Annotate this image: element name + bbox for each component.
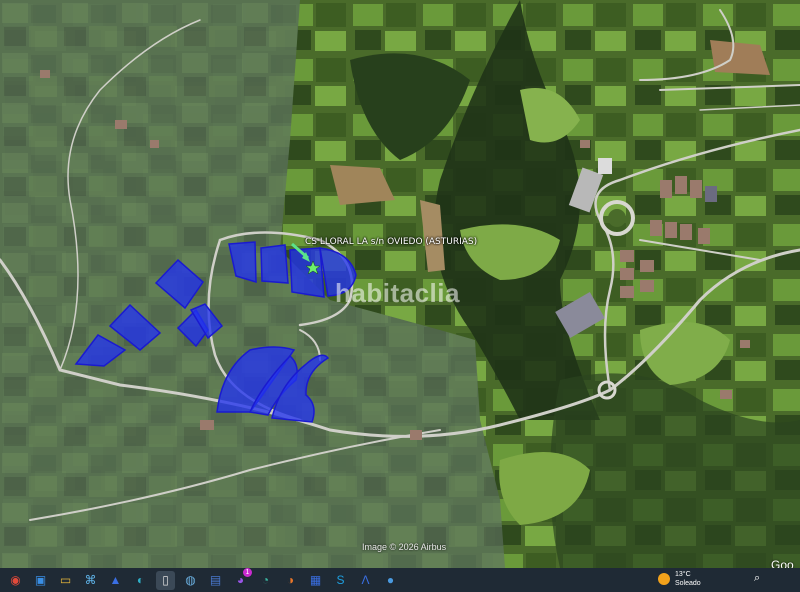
sun-icon bbox=[658, 573, 670, 585]
placemark-label[interactable]: CS LLORAL LA s/n OVIEDO (ASTURIAS) bbox=[305, 237, 477, 247]
satellite-map[interactable]: CS LLORAL LA s/n OVIEDO (ASTURIAS) habit… bbox=[0, 0, 800, 568]
store-icon[interactable]: ▦ bbox=[306, 571, 325, 590]
weather-temperature: 13°C bbox=[675, 571, 691, 578]
earth-icon[interactable]: ● bbox=[381, 571, 400, 590]
photos-icon[interactable]: ▲ bbox=[106, 571, 125, 590]
firefox-icon[interactable]: ◑ bbox=[281, 571, 300, 590]
chrome-icon[interactable]: ◉ bbox=[6, 571, 25, 590]
document-icon[interactable]: ▯ bbox=[156, 570, 175, 590]
arrow-app-icon[interactable]: Ʌ bbox=[356, 571, 375, 590]
s-app-icon[interactable]: S bbox=[331, 571, 350, 590]
parcel[interactable] bbox=[260, 244, 289, 284]
news-icon[interactable]: ▣ bbox=[31, 571, 50, 590]
weather-widget[interactable]: 13°C Soleado bbox=[658, 570, 701, 588]
globe-icon[interactable]: ◍ bbox=[181, 571, 200, 590]
copilot-icon[interactable]: ◔ bbox=[256, 571, 275, 590]
messenger-icon[interactable]: ◕ 1 bbox=[231, 567, 252, 590]
save-icon[interactable]: ▤ bbox=[206, 571, 225, 590]
imagery-credit: Image © 2026 Airbus bbox=[362, 542, 447, 552]
folder-icon[interactable]: ▭ bbox=[56, 571, 75, 590]
search-icon[interactable]: ⌕ bbox=[754, 572, 760, 585]
watermark-logo: habitaclia bbox=[335, 278, 460, 308]
brand-logo: Goo bbox=[771, 558, 794, 568]
notification-badge: 1 bbox=[243, 567, 252, 577]
network-icon[interactable]: ⌘ bbox=[81, 571, 100, 590]
edge-icon[interactable]: ◐ bbox=[131, 571, 150, 590]
weather-condition: Soleado bbox=[675, 580, 701, 587]
